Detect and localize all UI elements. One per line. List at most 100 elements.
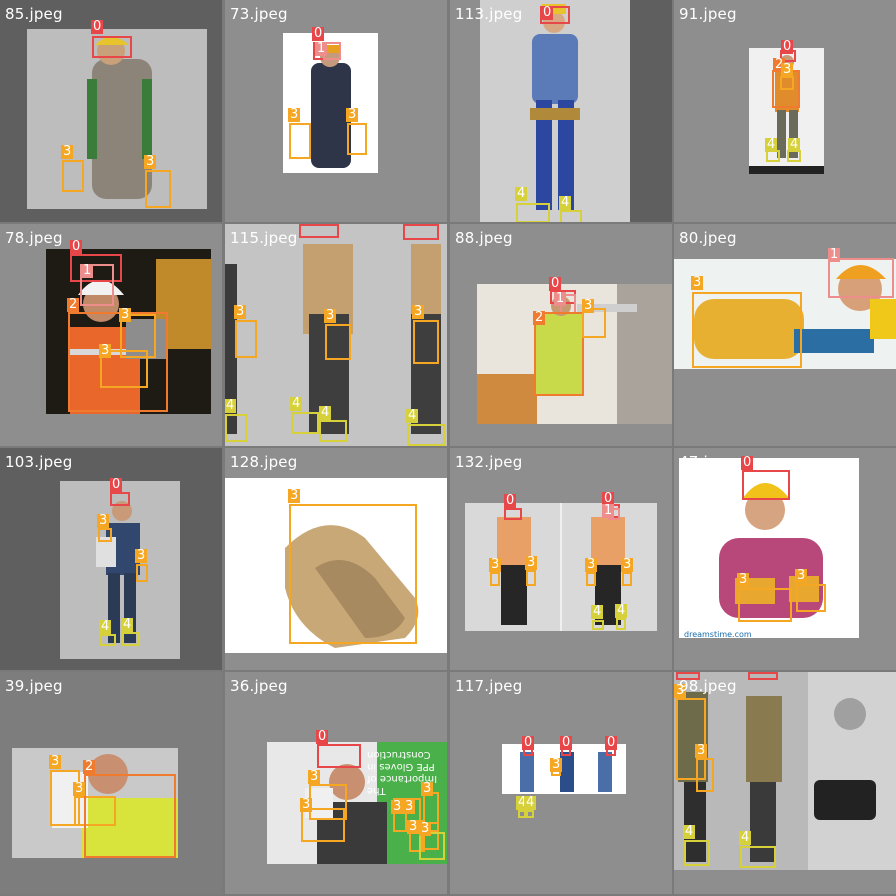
helmet-box bbox=[742, 470, 790, 500]
tile-47: 47.jpeg dreamstime.com 0 3 3 bbox=[674, 448, 896, 670]
glove-label: 3 bbox=[346, 107, 359, 122]
tile-filename: 78.jpeg bbox=[5, 229, 63, 247]
boot-label: 4 bbox=[591, 604, 604, 619]
glove-label: 3 bbox=[61, 144, 74, 159]
glove-box bbox=[780, 76, 794, 90]
glove-label: 3 bbox=[135, 548, 148, 563]
head-label: 1 bbox=[81, 263, 94, 278]
glove-box bbox=[62, 160, 84, 192]
head-label: 1 bbox=[315, 41, 328, 56]
boot-label: 4 bbox=[121, 617, 134, 632]
tile-filename: 80.jpeg bbox=[679, 229, 737, 247]
tile-filename: 113.jpeg bbox=[455, 5, 523, 23]
boot-box bbox=[100, 634, 116, 646]
tile-73: 73.jpeg 0 1 3 3 bbox=[225, 0, 447, 222]
tile-132: 132.jpeg 0 0 1 3 3 3 3 4 4 bbox=[450, 448, 672, 670]
helmet-label: 0 bbox=[504, 493, 517, 508]
glove-label: 3 bbox=[324, 308, 337, 323]
glove-box bbox=[696, 758, 714, 792]
helmet-label: 0 bbox=[316, 729, 329, 744]
glove-label: 3 bbox=[308, 769, 321, 784]
boot-box bbox=[419, 832, 445, 860]
tile-113: 113.jpeg 0 4 4 bbox=[450, 0, 672, 222]
boot-box bbox=[291, 412, 319, 434]
glove-label: 3 bbox=[585, 557, 598, 572]
glove-box bbox=[347, 123, 367, 155]
helmet-box bbox=[317, 744, 361, 768]
glove-label: 3 bbox=[691, 275, 704, 290]
tile-filename: 39.jpeg bbox=[5, 677, 63, 695]
tile-39: 39.jpeg 3 3 2 bbox=[0, 672, 222, 894]
tile-128: 128.jpeg 3 bbox=[225, 448, 447, 670]
helmet-label: 0 bbox=[522, 735, 535, 750]
glove-label: 3 bbox=[695, 743, 708, 758]
boot-label: 4 bbox=[515, 186, 528, 201]
tile-filename: 98.jpeg bbox=[679, 677, 737, 695]
tile-85: 85.jpeg 0 3 3 bbox=[0, 0, 222, 222]
helmet-label: 0 bbox=[91, 19, 104, 34]
helmet-box bbox=[748, 672, 778, 680]
helmet-label: 0 bbox=[110, 477, 123, 492]
glove-box bbox=[289, 123, 311, 159]
boot-label: 4 bbox=[739, 830, 752, 845]
head-label: 1 bbox=[554, 291, 567, 306]
vest-label: 2 bbox=[533, 310, 546, 325]
head-label: 1 bbox=[828, 247, 841, 262]
glove-label: 3 bbox=[737, 572, 750, 587]
glove-label: 3 bbox=[288, 488, 301, 503]
boot-label: 4 bbox=[290, 396, 303, 411]
boot-box bbox=[592, 620, 604, 630]
boot-label: 4 bbox=[559, 195, 572, 210]
vest-box bbox=[84, 774, 176, 858]
glove-box bbox=[586, 572, 596, 586]
glove-label: 3 bbox=[525, 555, 538, 570]
boot-label: 4 bbox=[524, 795, 537, 810]
glove-label: 3 bbox=[391, 799, 404, 814]
glove-label: 3 bbox=[234, 304, 247, 319]
watermark: dreamstime.com bbox=[684, 630, 752, 639]
boot-box bbox=[319, 420, 347, 442]
glove-box bbox=[145, 170, 171, 208]
boot-label: 4 bbox=[406, 408, 419, 423]
glove-box bbox=[692, 292, 802, 368]
glove-label: 3 bbox=[582, 298, 595, 313]
boot-label: 4 bbox=[615, 603, 628, 618]
glove-label: 3 bbox=[49, 754, 62, 769]
helmet-box bbox=[299, 224, 339, 238]
glove-label: 3 bbox=[795, 568, 808, 583]
boot-box bbox=[122, 632, 140, 646]
boot-label: 4 bbox=[683, 824, 696, 839]
glove-label: 3 bbox=[403, 799, 416, 814]
glove-box bbox=[526, 570, 536, 586]
glove-box bbox=[325, 324, 351, 360]
tile-filename: 47.jpeg bbox=[679, 453, 737, 471]
tile-filename: 73.jpeg bbox=[230, 5, 288, 23]
head-label: 1 bbox=[602, 503, 615, 518]
glove-label: 3 bbox=[781, 62, 794, 77]
tile-36: 36.jpeg The Importance of PPE Gloves in … bbox=[225, 672, 447, 894]
boot-box bbox=[407, 424, 445, 446]
boot-box bbox=[516, 203, 550, 222]
boot-label: 4 bbox=[99, 619, 112, 634]
tile-98: 98.jpeg 0 0 3 3 4 4 bbox=[674, 672, 896, 894]
worker-figure bbox=[96, 501, 140, 643]
glove-label: 3 bbox=[489, 557, 502, 572]
glove-label: 3 bbox=[119, 307, 132, 322]
helmet-label: 0 bbox=[70, 239, 83, 254]
tile-91: 91.jpeg 0 2 3 4 4 bbox=[674, 0, 896, 222]
glove-label: 3 bbox=[288, 107, 301, 122]
glove-box bbox=[136, 564, 148, 582]
tile-filename: 88.jpeg bbox=[455, 229, 513, 247]
detection-mosaic: 85.jpeg 0 3 3 73.jpeg 0 1 3 3 113.jpeg 0… bbox=[0, 0, 896, 896]
glove-box bbox=[413, 320, 439, 364]
glove-label: 3 bbox=[421, 781, 434, 796]
tile-filename: 91.jpeg bbox=[679, 5, 737, 23]
tile-filename: 103.jpeg bbox=[5, 453, 73, 471]
glove-label: 3 bbox=[97, 513, 110, 528]
tile-88: 88.jpeg 0 1 2 3 bbox=[450, 224, 672, 446]
helmet-label: 0 bbox=[781, 39, 794, 54]
tile-margin bbox=[630, 0, 672, 222]
vest-label: 2 bbox=[67, 297, 80, 312]
glove-box bbox=[98, 528, 112, 542]
tile-filename: 128.jpeg bbox=[230, 453, 298, 471]
